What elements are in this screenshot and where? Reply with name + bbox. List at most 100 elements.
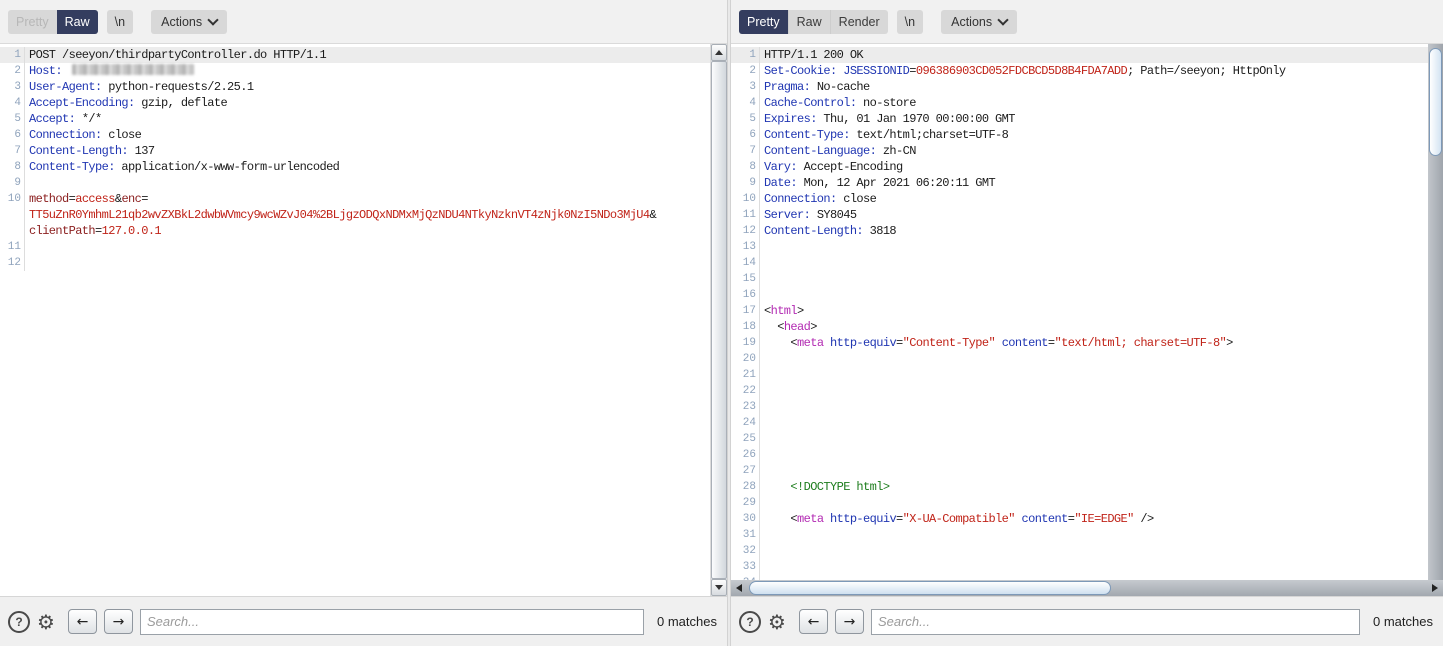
line-number: 17 [731,303,760,319]
line-number: 24 [731,415,760,431]
triangle-left-icon [736,584,742,592]
code-line: 11Server: SY8045 [731,207,1428,223]
search-prev-button[interactable]: ← [799,609,828,634]
line-number [0,207,25,223]
code-token: Expires: [764,112,817,126]
tab-pretty[interactable]: Pretty [8,10,57,34]
code-line: 21 [731,367,1428,383]
code-text [25,175,710,191]
scrollbar-thumb[interactable] [711,61,727,579]
code-token: method [29,192,69,206]
code-text: Accept-Encoding: gzip, deflate [25,95,710,111]
view-mode-tabs: Pretty Raw [8,10,98,34]
code-line: 17<html> [731,303,1428,319]
settings-gear-icon[interactable]: ⚙ [37,612,55,632]
code-text: Set-Cookie: JSESSIONID=096386903CD052FDC… [760,63,1428,79]
code-text [760,239,1428,255]
line-number: 12 [731,223,760,239]
code-line: 14 [731,255,1428,271]
response-panel: Pretty Raw Render \n Actions 1HTTP/1.1 2… [731,0,1443,646]
scrollbar-thumb[interactable] [749,581,1111,595]
horizontal-scrollbar[interactable] [731,580,1443,596]
scroll-right-button[interactable] [1430,583,1440,593]
actions-button[interactable]: Actions [941,10,1017,34]
code-token: Accept-Encoding [797,160,903,174]
line-number: 33 [731,559,760,575]
code-text: Content-Length: 137 [25,143,710,159]
line-number: 13 [731,239,760,255]
code-token: ; Path=/seeyon; HttpOnly [1127,64,1285,78]
tab-raw[interactable]: Raw [788,10,830,34]
tab-pretty[interactable]: Pretty [739,10,788,34]
line-number: 11 [0,239,25,255]
code-token: enc [121,192,141,206]
vertical-scrollbar[interactable] [710,44,727,596]
line-number: 18 [731,319,760,335]
line-number: 6 [731,127,760,143]
help-icon[interactable]: ? [739,611,761,633]
code-token: /> [1134,512,1154,526]
help-icon[interactable]: ? [8,611,30,633]
code-token: gzip, deflate [135,96,227,110]
code-line: 4Cache-Control: no-store [731,95,1428,111]
line-number: 16 [731,287,760,303]
search-prev-button[interactable]: ← [68,609,97,634]
code-token [764,320,777,334]
code-line: 6Connection: close [0,127,710,143]
code-token: no-store [856,96,915,110]
tab-render[interactable]: Render [830,10,888,34]
code-line: 1HTTP/1.1 200 OK [731,47,1428,63]
code-text: Date: Mon, 12 Apr 2021 06:20:11 GMT [760,175,1428,191]
newline-toggle-button[interactable]: \n [107,10,133,34]
code-token: head [784,320,810,334]
code-line: 23 [731,399,1428,415]
line-number: 4 [0,95,25,111]
code-token [764,336,790,350]
code-line: 25 [731,431,1428,447]
triangle-down-icon [715,585,723,590]
search-next-button[interactable]: → [104,609,133,634]
scroll-left-button[interactable] [734,583,744,593]
code-token: HTTP/1.1 200 OK [764,48,863,62]
line-number: 30 [731,511,760,527]
code-line: 4Accept-Encoding: gzip, deflate [0,95,710,111]
code-text: method=access&enc= [25,191,710,207]
code-token: zh-CN [876,144,916,158]
line-number: 11 [731,207,760,223]
scroll-down-button[interactable] [711,579,727,596]
code-text: <meta http-equiv="X-UA-Compatible" conte… [760,511,1428,527]
code-token: "Content-Type" [903,336,995,350]
actions-label: Actions [951,15,992,29]
code-token: = [95,224,102,238]
code-token: http-equiv [830,336,896,350]
response-editor[interactable]: 1HTTP/1.1 200 OK2Set-Cookie: JSESSIONID=… [731,44,1443,596]
search-bar: ? ⚙ ← → 0 matches [0,596,727,646]
line-number: 9 [0,175,25,191]
code-line: 7Content-Language: zh-CN [731,143,1428,159]
scrollbar-thumb[interactable] [1429,48,1442,156]
code-token: Connection: [29,128,102,142]
line-number: 8 [0,159,25,175]
search-input[interactable] [140,609,644,635]
search-input[interactable] [871,609,1360,635]
code-text [760,367,1428,383]
code-token: User-Agent: [29,80,102,94]
code-token [1015,512,1022,526]
code-token: TT5uZnR0YmhmL21qb2wvZXBkL2dwbWVmcy9wcWZv… [29,208,650,222]
code-text: Content-Type: text/html;charset=UTF-8 [760,127,1428,143]
actions-button[interactable]: Actions [151,10,227,34]
request-tabbar: Pretty Raw \n Actions [0,0,727,44]
line-number: 2 [731,63,760,79]
scroll-up-button[interactable] [711,44,727,61]
request-editor[interactable]: 1POST /seeyon/thirdpartyController.do HT… [0,44,727,596]
match-count: 0 matches [651,614,717,629]
vertical-scrollbar[interactable] [1428,44,1443,580]
tab-raw[interactable]: Raw [57,10,98,34]
code-token: Mon, 12 Apr 2021 06:20:11 GMT [797,176,995,190]
newline-toggle-button[interactable]: \n [897,10,923,34]
code-line: 32 [731,543,1428,559]
code-text [760,287,1428,303]
line-number: 1 [0,47,25,63]
search-next-button[interactable]: → [835,609,864,634]
settings-gear-icon[interactable]: ⚙ [768,612,786,632]
